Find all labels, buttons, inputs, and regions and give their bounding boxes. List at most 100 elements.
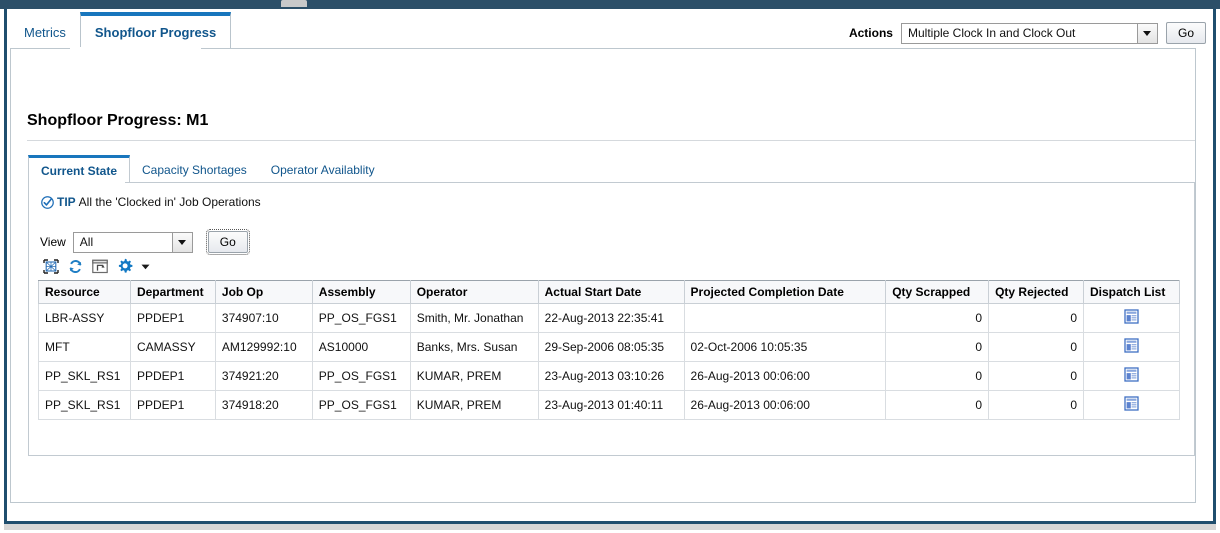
table-row[interactable]: PP_SKL_RS1 PPDEP1 374918:20 PP_OS_FGS1 KUMAR… <box>38 390 1180 420</box>
cell-job-op: AM129992:10 <box>214 332 313 362</box>
dispatch-list-icon[interactable] <box>1124 309 1139 324</box>
tab-shopfloor-progress-label: Shopfloor Progress <box>94 24 217 40</box>
actions-row: Actions Multiple Clock In and Clock Out … <box>849 22 1206 44</box>
cell-department: PPDEP1 <box>129 303 216 333</box>
cell-actual-start-date: 22-Aug-2013 22:35:41 <box>537 303 685 333</box>
dispatch-list-icon[interactable] <box>1124 338 1139 353</box>
cell-qty-scrapped: 0 <box>885 390 990 420</box>
tab-metrics-label: Metrics <box>24 24 66 40</box>
cell-resource: MFT <box>38 332 131 362</box>
cell-assembly: AS10000 <box>311 332 411 362</box>
column-header-actual-start-date[interactable]: Actual Start Date <box>537 280 685 304</box>
table-toolbar <box>43 258 151 274</box>
cell-dispatch-list <box>1083 332 1180 362</box>
sub-tab-bar: Current State Capacity Shortages Operato… <box>28 155 387 183</box>
shopfloor-progress-table: Resource Department Job Op Assembly Oper… <box>38 280 1180 420</box>
view-select-value: All <box>79 234 94 249</box>
cell-department: PPDEP1 <box>129 390 216 420</box>
subtab-capacity-shortages-label: Capacity Shortages <box>142 163 247 177</box>
dispatch-list-icon[interactable] <box>1124 367 1139 382</box>
dispatch-list-icon[interactable] <box>1124 396 1139 411</box>
primary-tab-bar: Metrics Shopfloor Progress <box>10 12 232 48</box>
cell-qty-rejected: 0 <box>988 361 1084 391</box>
column-header-qty-rejected[interactable]: Qty Rejected <box>988 280 1084 304</box>
select-all-icon[interactable] <box>43 258 59 274</box>
cell-projected-completion-date: 02-Oct-2006 10:05:35 <box>683 332 887 362</box>
view-go-button[interactable]: Go <box>205 229 250 255</box>
active-tab-seam-mask <box>70 47 201 49</box>
subtab-operator-availability-label: Operator Availablity <box>270 163 375 177</box>
subtab-current-state-label: Current State <box>41 163 118 178</box>
detach-icon[interactable] <box>92 259 108 274</box>
view-go-label: Go <box>219 235 236 249</box>
check-circle-icon <box>41 195 54 209</box>
gear-icon[interactable] <box>117 258 133 274</box>
cell-qty-rejected: 0 <box>988 303 1084 333</box>
view-select[interactable]: All <box>72 231 193 253</box>
subtab-capacity-shortages[interactable]: Capacity Shortages <box>130 157 259 183</box>
actions-go-button[interactable]: Go <box>1165 22 1206 44</box>
cell-dispatch-list <box>1083 303 1180 333</box>
tab-metrics[interactable]: Metrics <box>10 16 80 48</box>
cell-assembly: PP_OS_FGS1 <box>311 303 411 333</box>
tab-shopfloor-progress[interactable]: Shopfloor Progress <box>79 12 232 48</box>
table-row[interactable]: PP_SKL_RS1 PPDEP1 374921:20 PP_OS_FGS1 KUMAR… <box>38 361 1180 391</box>
cell-actual-start-date: 29-Sep-2006 08:05:35 <box>537 332 685 362</box>
actions-select[interactable]: Multiple Clock In and Clock Out <box>900 22 1158 44</box>
cell-qty-scrapped: 0 <box>885 361 990 391</box>
chevron-down-icon[interactable] <box>1136 23 1157 43</box>
column-header-assembly[interactable]: Assembly <box>311 280 411 304</box>
cell-operator: Banks, Mrs. Susan <box>409 332 539 362</box>
cell-department: CAMASSY <box>129 332 216 362</box>
cell-job-op: 374907:10 <box>214 303 313 333</box>
column-header-job-op[interactable]: Job Op <box>214 280 313 304</box>
cell-qty-scrapped: 0 <box>885 332 990 362</box>
cell-projected-completion-date: 26-Aug-2013 00:06:00 <box>683 390 887 420</box>
tip-text: All the 'Clocked in' Job Operations <box>78 195 261 209</box>
table-header-row: Resource Department Job Op Assembly Oper… <box>38 280 1180 304</box>
cell-operator: KUMAR, PREM <box>409 361 539 391</box>
refresh-icon[interactable] <box>68 259 83 274</box>
actions-go-label: Go <box>1177 26 1194 40</box>
cell-actual-start-date: 23-Aug-2013 03:10:26 <box>537 361 685 391</box>
cell-operator: KUMAR, PREM <box>409 390 539 420</box>
chevron-down-icon[interactable] <box>171 232 192 252</box>
view-label: View <box>40 235 66 249</box>
subtab-current-state[interactable]: Current State <box>28 155 131 183</box>
column-header-qty-scrapped[interactable]: Qty Scrapped <box>885 280 990 304</box>
cell-job-op: 374921:20 <box>214 361 313 391</box>
page-title: Shopfloor Progress: M1 <box>27 112 209 129</box>
table-row[interactable]: LBR-ASSY PPDEP1 374907:10 PP_OS_FGS1 Smith, … <box>38 303 1180 333</box>
cell-dispatch-list <box>1083 390 1180 420</box>
tip-row: TIP All the 'Clocked in' Job Operations <box>41 195 261 209</box>
table-row[interactable]: MFT CAMASSY AM129992:10 AS10000 Banks, Mrs. … <box>38 332 1180 362</box>
cell-assembly: PP_OS_FGS1 <box>311 361 411 391</box>
browser-chrome-bar <box>0 0 1220 9</box>
chevron-down-icon[interactable] <box>140 261 151 272</box>
window-bottom-shadow <box>4 524 1216 530</box>
table-body: LBR-ASSY PPDEP1 374907:10 PP_OS_FGS1 Smith, … <box>38 303 1180 420</box>
subtab-seam-mask <box>29 181 125 184</box>
view-row: View All Go <box>40 229 250 255</box>
cell-projected-completion-date: 26-Aug-2013 00:06:00 <box>683 361 887 391</box>
column-header-operator[interactable]: Operator <box>409 280 539 304</box>
cell-qty-rejected: 0 <box>988 332 1084 362</box>
column-header-dispatch-list[interactable]: Dispatch List <box>1083 280 1180 304</box>
cell-assembly: PP_OS_FGS1 <box>311 390 411 420</box>
actions-select-value: Multiple Clock In and Clock Out <box>907 25 1076 40</box>
subtab-operator-availability[interactable]: Operator Availablity <box>259 157 387 183</box>
cell-actual-start-date: 23-Aug-2013 01:40:11 <box>537 390 685 420</box>
cell-operator: Smith, Mr. Jonathan <box>409 303 539 333</box>
browser-tab-stub[interactable] <box>281 0 307 7</box>
cell-qty-scrapped: 0 <box>885 303 990 333</box>
cell-projected-completion-date <box>683 303 887 333</box>
cell-department: PPDEP1 <box>129 361 216 391</box>
actions-label: Actions <box>848 26 893 40</box>
cell-dispatch-list <box>1083 361 1180 391</box>
tip-label: TIP <box>57 195 76 209</box>
column-header-projected-completion-date[interactable]: Projected Completion Date <box>683 280 887 304</box>
column-header-department[interactable]: Department <box>129 280 216 304</box>
title-divider <box>27 140 1195 141</box>
column-header-resource[interactable]: Resource <box>38 280 131 304</box>
table-head: Resource Department Job Op Assembly Oper… <box>38 280 1180 304</box>
